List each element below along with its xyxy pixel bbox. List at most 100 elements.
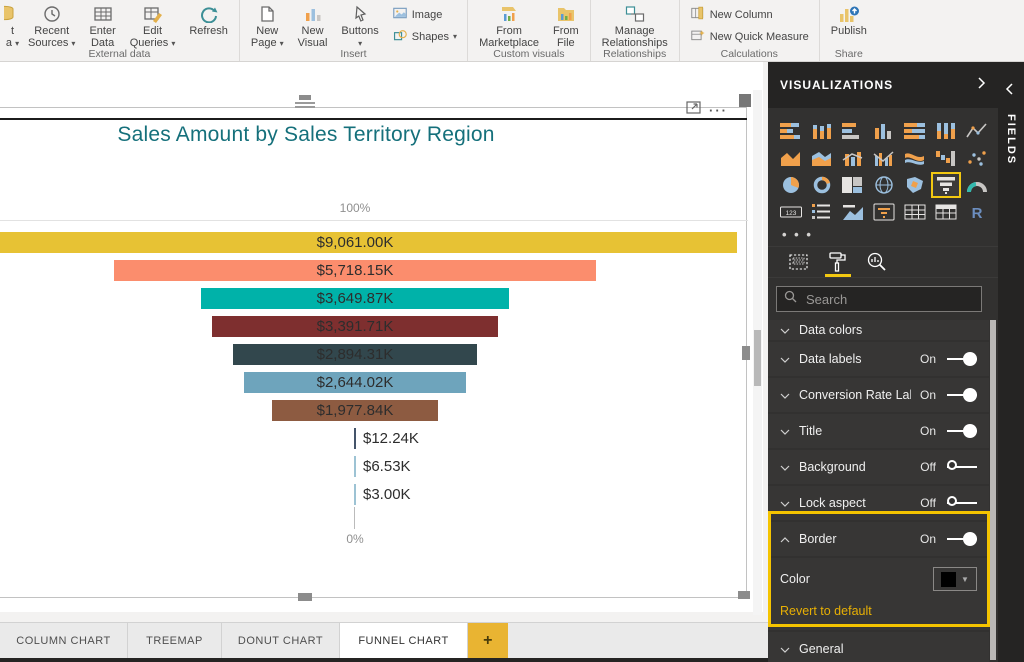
funnel-bar[interactable]: $2,894.31K [233,344,477,365]
viz-icon-table[interactable] [900,199,930,225]
more-visuals-icon[interactable]: • • • [782,227,813,242]
format-section-background[interactable]: BackgroundOff [768,450,989,484]
toggle-switch[interactable] [947,352,977,366]
tab-analytics[interactable] [866,247,888,277]
viz-icon-ribbon-chart[interactable] [900,145,930,171]
toggle-state-label: Off [920,460,936,474]
viz-icon-matrix[interactable] [931,199,961,225]
funnel-bar-thin[interactable] [354,456,356,477]
revert-to-default-link[interactable]: Revert to default [780,604,977,618]
scrollbar-thumb[interactable] [754,330,761,386]
toggle-switch[interactable] [947,532,977,546]
viz-icon-donut-chart[interactable] [807,172,837,198]
funnel-bar[interactable]: $9,061.00K [0,232,737,253]
format-section-general[interactable]: General [768,632,989,662]
funnel-bar[interactable]: $3,649.87K [201,288,509,309]
viz-icon-stacked-column-chart[interactable] [807,118,837,144]
toggle-switch[interactable] [947,388,977,402]
enter-data-button[interactable]: Enter Data [82,2,122,51]
from-marketplace-button[interactable]: From Marketplace [472,2,546,51]
visual-resize-handle-right[interactable] [742,346,750,360]
viz-icon-filled-map[interactable] [900,172,930,198]
toggle-switch[interactable] [947,460,977,474]
page-tab-treemap[interactable]: TREEMAP [128,623,222,658]
viz-icon-scatter-chart[interactable] [962,145,992,171]
viz-icon-clustered-bar-chart[interactable] [838,118,868,144]
collapse-pane-icon[interactable] [977,76,986,95]
format-search [776,286,982,312]
edit-queries-button[interactable]: Edit Queries ▾ [123,2,183,52]
viz-icon-map[interactable] [869,172,899,198]
ribbon-group-label: Calculations [680,48,819,60]
toggle-switch[interactable] [947,424,977,438]
visual-drag-handle-icon[interactable] [295,95,315,110]
viz-icon-kpi[interactable] [838,199,868,225]
get-data-button-partial[interactable]: t a ▾ [4,2,21,52]
viz-icon-100-stacked-column-chart[interactable] [931,118,961,144]
buttons-button[interactable]: Buttons ▾ [334,2,385,52]
canvas-vertical-scrollbar[interactable] [753,90,762,615]
chevron-down-icon [780,458,790,476]
recent-sources-button[interactable]: Recent Sources ▾ [21,2,82,52]
format-section-label: Data labels [799,352,911,366]
format-section-border[interactable]: BorderOn [768,522,989,556]
viz-icon-treemap[interactable] [838,172,868,198]
funnel-bar[interactable]: $5,718.15K [114,260,596,281]
expand-fields-icon[interactable] [1005,82,1014,101]
funnel-bar[interactable]: $3,391.71K [212,316,498,337]
format-section-conversion-rate-label[interactable]: Conversion Rate LabelOn [768,378,989,412]
format-section-lock-aspect[interactable]: Lock aspectOff [768,486,989,520]
page-tab-column-chart[interactable]: COLUMN CHART [0,623,128,658]
refresh-button[interactable]: Refresh [182,2,235,39]
funnel-bar[interactable]: $1,977.84K [272,400,439,421]
publish-button[interactable]: Publish [824,2,874,39]
viz-icon-area-chart[interactable] [776,145,806,171]
new-visual-button[interactable]: New Visual [291,2,335,51]
viz-icon-r-script-visual[interactable]: R [962,199,992,225]
viz-icon-pie-chart[interactable] [776,172,806,198]
viz-icon-funnel-chart[interactable] [931,172,961,198]
report-page[interactable]: ··· Sales Amount by Sales Territory Regi… [0,62,763,612]
new-column-button[interactable]: New Column [690,6,809,23]
image-button[interactable]: Image [392,6,457,23]
format-pane-scrollbar[interactable] [990,320,996,660]
visual-resize-handle-corner[interactable] [738,591,750,599]
from-file-button[interactable]: From File [546,2,586,51]
format-section-data-colors[interactable]: Data colors [768,320,989,340]
new-quick-measure-button[interactable]: New Quick Measure [690,28,809,45]
funnel-bar[interactable]: $2,644.02K [244,372,467,393]
manage-relationships-button[interactable]: Manage Relationships [595,2,675,51]
shapes-button[interactable]: Shapes ▾ [392,28,457,45]
format-section-data-labels[interactable]: Data labelsOn [768,342,989,376]
more-options-icon[interactable]: ··· [709,103,728,118]
viz-icon-line-clustered-column-chart[interactable] [869,145,899,171]
tab-format[interactable] [828,247,848,277]
viz-icon-slicer[interactable] [869,199,899,225]
search-input[interactable] [804,291,984,308]
database-icon [4,4,21,24]
viz-icon-card[interactable]: 123 [776,199,806,225]
viz-icon-stacked-bar-chart[interactable] [776,118,806,144]
viz-icon-multi-row-card[interactable] [807,199,837,225]
viz-icon-waterfall-chart[interactable] [931,145,961,171]
focus-mode-icon[interactable] [686,100,702,120]
toggle-switch[interactable] [947,496,977,510]
viz-icon-stacked-area-chart[interactable] [807,145,837,171]
border-color-picker[interactable]: ▼ [933,567,977,591]
conversion-rate-top-label: 100% [325,201,385,215]
viz-icon-line-chart[interactable] [962,118,992,144]
format-section-title[interactable]: TitleOn [768,414,989,448]
viz-icon-clustered-column-chart[interactable] [869,118,899,144]
funnel-bar-thin[interactable] [354,428,356,449]
funnel-bar-thin[interactable] [354,484,356,505]
new-page-tab-button[interactable]: + [468,623,508,658]
page-tab-funnel-chart[interactable]: FUNNEL CHART [340,623,468,658]
viz-icon-100-stacked-bar-chart[interactable] [900,118,930,144]
viz-icon-gauge[interactable] [962,172,992,198]
data-label: $2,644.02K [317,374,394,391]
viz-icon-line-stacked-column-chart[interactable] [838,145,868,171]
tab-fields[interactable] [788,247,810,277]
new-page-button[interactable]: New Page ▾ [244,2,291,52]
page-tab-donut-chart[interactable]: DONUT CHART [222,623,340,658]
visual-resize-handle-bottom[interactable] [298,593,312,601]
